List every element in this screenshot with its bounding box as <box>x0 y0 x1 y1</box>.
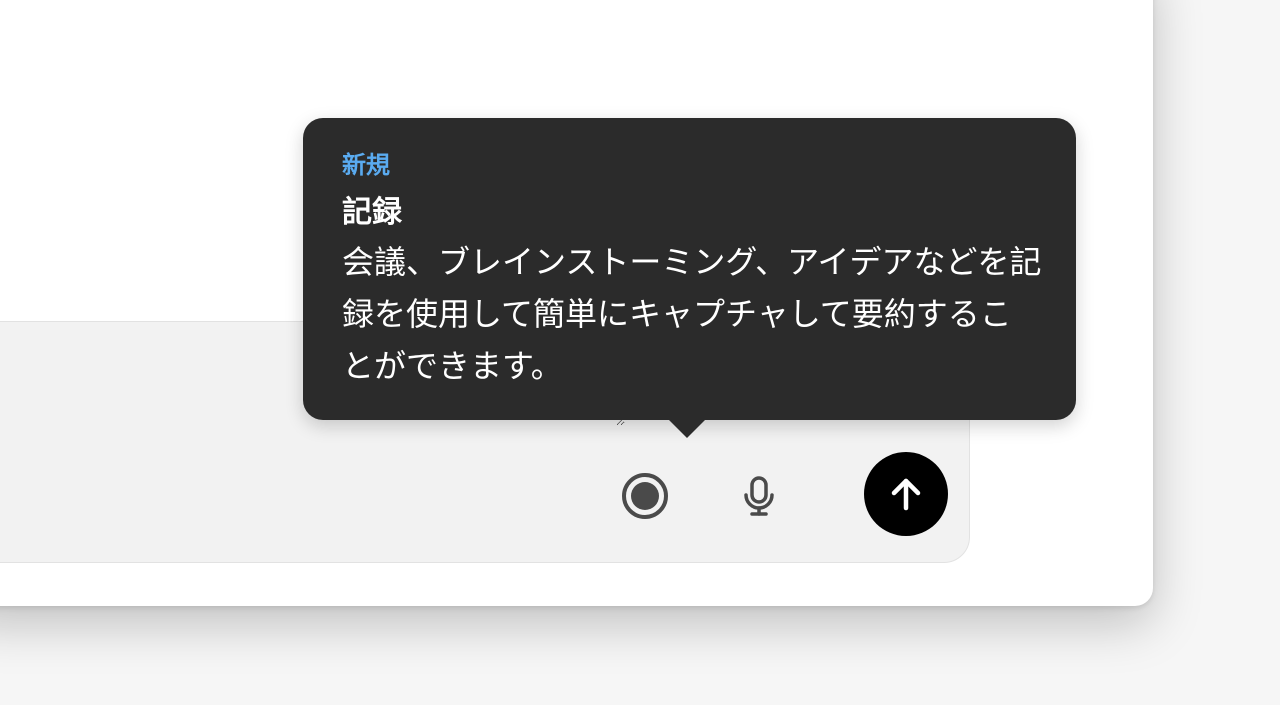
record-icon <box>621 472 669 520</box>
record-button[interactable] <box>621 472 669 520</box>
tooltip-description: 会議、ブレインストーミング、アイデアなどを記録を使用して簡単にキャプチャして要約… <box>342 243 1042 385</box>
tooltip-pointer <box>669 420 705 438</box>
send-button[interactable] <box>864 452 948 536</box>
microphone-button[interactable] <box>737 474 781 518</box>
feature-tooltip: 新規 記録 会議、ブレインストーミング、アイデアなどを記録を使用して簡単にキャプ… <box>303 118 1076 438</box>
tooltip-title: 記録 <box>342 195 402 230</box>
arrow-up-icon <box>864 474 948 514</box>
new-badge: 新規 <box>342 151 390 179</box>
microphone-icon <box>737 474 781 518</box>
